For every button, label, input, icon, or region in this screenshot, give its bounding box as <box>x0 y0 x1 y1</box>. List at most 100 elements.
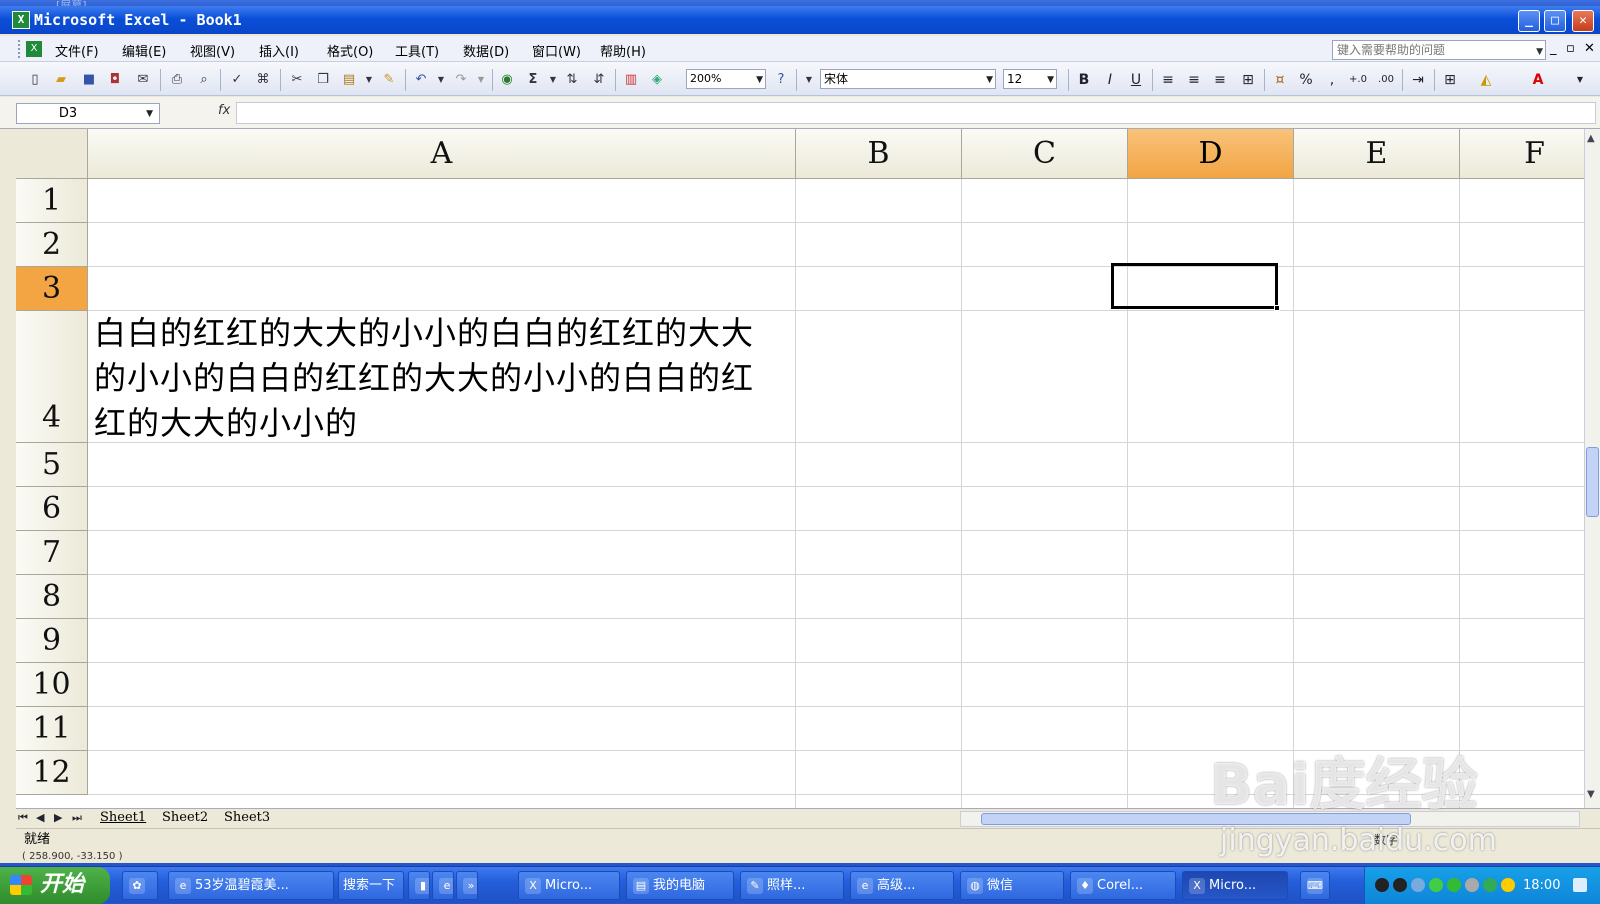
name-box[interactable]: D3 ▼ <box>16 103 160 124</box>
qq-icon[interactable] <box>1393 878 1407 892</box>
cloud-icon[interactable] <box>1411 878 1425 892</box>
quicklaunch-desktop-icon[interactable]: ▮ <box>408 871 430 900</box>
clock[interactable]: 18:00 <box>1523 867 1560 904</box>
row-header-3[interactable]: 3 <box>16 267 88 311</box>
row-header-1[interactable]: 1 <box>16 179 88 223</box>
tab-sheet1[interactable]: Sheet1 <box>100 810 146 825</box>
align-right-icon[interactable]: ≡ <box>1210 71 1230 89</box>
chart-wizard-icon[interactable]: ▥ <box>622 71 640 89</box>
font-name-select[interactable]: 宋体 ▼ <box>820 69 996 89</box>
increase-decimal-icon[interactable]: +.0 <box>1348 71 1368 89</box>
merge-center-icon[interactable]: ⊞ <box>1238 71 1258 89</box>
menu-window[interactable]: 窗口(W) <box>532 41 581 60</box>
spelling-icon[interactable]: ✓ <box>228 71 246 89</box>
help-icon[interactable]: ? <box>772 71 790 89</box>
fill-handle[interactable] <box>1274 305 1280 311</box>
security-icon[interactable] <box>1483 878 1497 892</box>
menu-grip[interactable] <box>18 40 21 58</box>
chevron-down-icon[interactable]: ▼ <box>472 71 490 89</box>
redo-icon[interactable]: ↷ <box>452 71 470 89</box>
column-header-b[interactable]: B <box>796 129 962 179</box>
start-button[interactable]: 开始 <box>0 867 110 904</box>
sort-descending-icon[interactable]: ⇵ <box>590 71 608 89</box>
column-header-c[interactable]: C <box>962 129 1128 179</box>
column-header-a[interactable]: A <box>88 129 796 179</box>
fill-color-icon[interactable]: ◭ <box>1476 71 1496 89</box>
scroll-down-icon[interactable]: ▼ <box>1587 789 1595 800</box>
menu-file[interactable]: 文件(F) <box>55 41 99 60</box>
open-icon[interactable]: ▰ <box>52 71 70 89</box>
formula-input[interactable] <box>236 102 1596 124</box>
align-left-icon[interactable]: ≡ <box>1158 71 1178 89</box>
taskbar-item-corel[interactable]: ♦ Corel... <box>1070 871 1176 900</box>
underline-button[interactable]: U <box>1126 71 1146 89</box>
tab-sheet3[interactable]: Sheet3 <box>224 810 270 825</box>
row-header-10[interactable]: 10 <box>16 663 88 707</box>
sort-ascending-icon[interactable]: ⇅ <box>563 71 581 89</box>
taskbar-item-advanced[interactable]: e 高级... <box>850 871 954 900</box>
prev-sheet-icon[interactable]: ◀ <box>36 811 44 824</box>
row-header-8[interactable]: 8 <box>16 575 88 619</box>
chevron-down-icon[interactable]: ▼ <box>986 71 993 89</box>
taskbar-item-browser[interactable]: e 53岁温碧霞美... <box>168 871 334 900</box>
spreadsheet-grid[interactable]: A B C D E F 1 2 3 4 5 6 7 8 9 10 11 12 白… <box>16 129 1584 808</box>
vertical-scroll-thumb[interactable] <box>1586 447 1599 517</box>
qq-icon[interactable] <box>1375 878 1389 892</box>
volume-icon[interactable] <box>1465 878 1479 892</box>
chevron-down-icon[interactable]: ▼ <box>1536 43 1543 61</box>
drawing-icon[interactable]: ◈ <box>648 71 666 89</box>
chevron-down-icon[interactable]: ▼ <box>756 71 763 89</box>
menu-format[interactable]: 格式(O) <box>327 41 373 60</box>
column-header-d[interactable]: D <box>1128 129 1294 179</box>
row-header-2[interactable]: 2 <box>16 223 88 267</box>
decrease-decimal-icon[interactable]: .00 <box>1376 71 1396 89</box>
show-desktop-icon[interactable] <box>1573 878 1587 892</box>
comma-button[interactable]: , <box>1322 71 1342 89</box>
tab-sheet2[interactable]: Sheet2 <box>162 810 208 825</box>
vertical-scrollbar[interactable]: ▲ ▼ <box>1584 129 1600 808</box>
research-icon[interactable]: ⌘ <box>254 71 272 89</box>
autosum-icon[interactable]: Σ <box>524 71 542 89</box>
indent-icon[interactable]: ⇥ <box>1408 71 1428 89</box>
chevron-down-icon[interactable]: ▼ <box>432 71 450 89</box>
column-header-e[interactable]: E <box>1294 129 1460 179</box>
print-preview-icon[interactable]: ⌕ <box>195 71 213 89</box>
taskbar-item-wechat[interactable]: ◍ 微信 <box>960 871 1064 900</box>
percent-button[interactable]: % <box>1296 71 1316 89</box>
help-search-input[interactable]: 键入需要帮助的问题 ▼ <box>1332 40 1546 60</box>
network-icon[interactable] <box>1447 878 1461 892</box>
paste-icon[interactable]: ▤ <box>340 71 358 89</box>
quicklaunch-ie-icon[interactable]: e <box>432 871 454 900</box>
toolbar-options-icon[interactable]: ▼ <box>1570 71 1590 89</box>
taskbar-item-photo[interactable]: ✎ 照样... <box>740 871 844 900</box>
doc-minimize-button[interactable]: _ <box>1550 41 1557 56</box>
maximize-button[interactable]: □ <box>1544 10 1566 32</box>
menu-help[interactable]: 帮助(H) <box>600 41 646 60</box>
workbook-icon[interactable]: X <box>26 41 42 57</box>
taskbar-item-search[interactable]: 搜索一下 <box>338 871 404 900</box>
save-icon[interactable]: ■ <box>80 71 98 89</box>
excel-app-icon[interactable]: X <box>12 11 30 29</box>
wechat-icon[interactable] <box>1429 878 1443 892</box>
select-all-corner[interactable] <box>16 129 88 179</box>
align-center-icon[interactable]: ≡ <box>1184 71 1204 89</box>
menu-view[interactable]: 视图(V) <box>190 41 235 60</box>
menu-tools[interactable]: 工具(T) <box>395 41 439 60</box>
quicklaunch-more-icon[interactable]: » <box>456 871 478 900</box>
row-header-6[interactable]: 6 <box>16 487 88 531</box>
last-sheet-icon[interactable]: ⏭ <box>72 811 82 825</box>
toolbar-options-icon[interactable]: ▼ <box>800 71 818 89</box>
zoom-select[interactable]: 200% ▼ <box>686 69 766 89</box>
new-icon[interactable]: ▯ <box>26 71 44 89</box>
row-header-4[interactable]: 4 <box>16 311 88 443</box>
menu-edit[interactable]: 编辑(E) <box>122 41 166 60</box>
font-size-select[interactable]: 12 ▼ <box>1003 69 1057 89</box>
borders-icon[interactable]: ⊞ <box>1440 71 1460 89</box>
keyboard-icon[interactable]: ⌨ <box>1300 871 1330 900</box>
chevron-down-icon[interactable]: ▼ <box>146 105 153 124</box>
doc-close-button[interactable]: ✕ <box>1584 41 1595 56</box>
chevron-down-icon[interactable]: ▼ <box>1047 71 1054 89</box>
chevron-down-icon[interactable]: ▼ <box>360 71 378 89</box>
close-button[interactable]: ✕ <box>1572 10 1594 32</box>
format-painter-icon[interactable]: ✎ <box>380 71 398 89</box>
